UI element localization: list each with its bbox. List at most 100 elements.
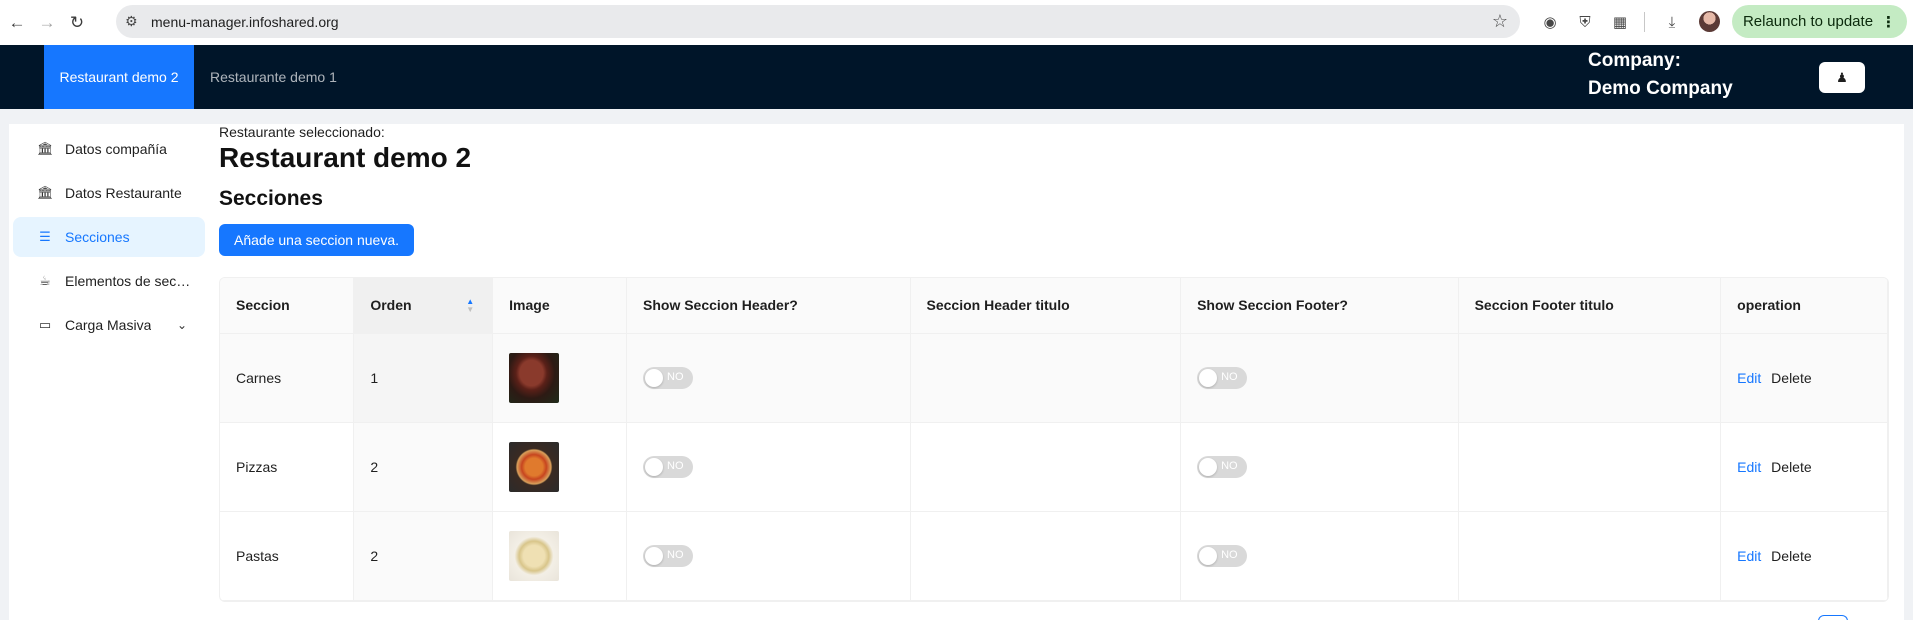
download-icon[interactable]: ⤓ (1659, 9, 1685, 35)
chevron-down-icon: ⌄ (176, 318, 187, 332)
app-header: Restaurant demo 2 Restaurante demo 1 Com… (0, 45, 1913, 109)
browser-toolbar: ← → ↻ ⚙ menu-manager.infoshared.org ☆ ◉ … (0, 0, 1913, 45)
sidebar-item-secciones[interactable]: ☰ Secciones (13, 217, 205, 257)
switch-label: NO (667, 548, 684, 561)
cell-footer-titulo (1458, 511, 1722, 601)
relaunch-button[interactable]: Relaunch to update ⋮ (1732, 5, 1907, 38)
company-info: Company: Demo Company (1588, 47, 1733, 103)
company-name: Demo Company (1588, 78, 1733, 99)
column-header-image: Image (492, 278, 627, 334)
url-text[interactable]: menu-manager.infoshared.org (151, 14, 339, 30)
forward-arrow-icon[interactable]: → (32, 8, 62, 38)
shield-extension-icon[interactable]: ⛨ (1572, 9, 1598, 35)
sidebar-item-label: Datos compañía (65, 141, 167, 157)
sidebar-item-elementos[interactable]: ☕ Elementos de secc... (13, 261, 205, 301)
switch-label: NO (1221, 370, 1238, 383)
sidebar-item-datos-restaurante[interactable]: 🏛 Datos Restaurante (13, 173, 205, 213)
column-header-orden[interactable]: Orden ▲ ▼ (353, 278, 494, 334)
more-vert-icon: ⋮ (1881, 13, 1897, 31)
column-header-seccion[interactable]: Seccion (220, 278, 355, 334)
cell-show-footer: NO (1180, 511, 1459, 601)
switch-knob (645, 368, 663, 387)
sidebar-item-carga-masiva[interactable]: ▭ Carga Masiva ⌄ (13, 305, 205, 345)
meat-image[interactable] (509, 352, 560, 403)
cell-seccion: Pizzas (220, 422, 355, 512)
address-bar[interactable]: ⚙ menu-manager.infoshared.org ☆ (116, 5, 1520, 38)
back-arrow-icon[interactable]: ← (2, 8, 32, 38)
footer-toggle-switch[interactable]: NO (1197, 455, 1248, 478)
sections-table: Seccion Orden ▲ ▼ Image Show Seccion Head… (219, 277, 1889, 602)
sort-icon[interactable]: ▲ ▼ (466, 298, 474, 314)
add-section-button[interactable]: Añade una seccion nueva. (219, 224, 415, 256)
column-header-show-footer: Show Seccion Footer? (1180, 278, 1459, 334)
cell-header-titulo (910, 333, 1182, 423)
main-content: Restaurante seleccionado: Restaurant dem… (219, 124, 1889, 256)
cell-operation: Edit Delete (1720, 422, 1888, 512)
tab-label: Restaurant demo 2 (59, 69, 179, 85)
switch-knob (1199, 546, 1218, 565)
sidebar-item-label: Secciones (65, 229, 130, 245)
delete-link[interactable]: Delete (1771, 548, 1811, 564)
user-button[interactable]: ♟ (1819, 62, 1865, 93)
cell-image (492, 511, 627, 601)
delete-link[interactable]: Delete (1771, 370, 1811, 386)
selected-restaurant-label: Restaurante seleccionado: (219, 124, 385, 140)
column-header-operation: operation (1720, 278, 1888, 334)
switch-knob (1199, 368, 1218, 387)
cell-image (492, 422, 627, 512)
column-header-footer-titulo: Seccion Footer titulo (1458, 278, 1722, 334)
cell-show-footer: NO (1180, 333, 1459, 423)
tab-restaurante-demo-1[interactable]: Restaurante demo 1 (210, 45, 337, 109)
site-info-icon[interactable]: ⚙ (125, 13, 145, 30)
switch-knob (1199, 457, 1218, 476)
puzzle-extensions-icon[interactable]: ▦ (1607, 9, 1633, 35)
cell-header-titulo (910, 511, 1182, 601)
extension-icon[interactable]: ◉ (1537, 9, 1563, 35)
pizza-image[interactable] (509, 441, 560, 492)
column-header-label: Orden (370, 297, 412, 314)
cell-orden: 1 (353, 333, 494, 423)
bank-icon: 🏛 (37, 185, 54, 200)
pagination-item[interactable] (1818, 615, 1848, 620)
relaunch-label: Relaunch to update (1742, 13, 1874, 30)
sidebar: 🏛 Datos compañía 🏛 Datos Restaurante ☰ S… (13, 129, 205, 349)
table-row: Pastas 2 NO NO Edit Delete (220, 511, 1888, 601)
cell-image (492, 333, 627, 423)
edit-link[interactable]: Edit (1737, 370, 1761, 386)
cell-show-header: NO (626, 511, 911, 601)
header-toggle-switch[interactable]: NO (643, 455, 693, 478)
tab-label: Restaurante demo 1 (210, 69, 337, 85)
reload-icon[interactable]: ↻ (62, 8, 92, 38)
delete-link[interactable]: Delete (1771, 459, 1811, 475)
table-row: Carnes 1 NO NO Edit Delete (220, 333, 1888, 423)
switch-knob (645, 457, 663, 476)
header-toggle-switch[interactable]: NO (643, 544, 693, 567)
profile-avatar[interactable] (1699, 11, 1720, 32)
cell-header-titulo (910, 422, 1182, 512)
cell-show-header: NO (626, 333, 911, 423)
sidebar-item-label: Elementos de secc... (65, 273, 193, 289)
tab-restaurant-demo-2[interactable]: Restaurant demo 2 (44, 45, 194, 109)
sidebar-item-datos-compania[interactable]: 🏛 Datos compañía (13, 129, 205, 169)
sidebar-item-label: Carga Masiva (65, 317, 152, 333)
edit-link[interactable]: Edit (1737, 459, 1761, 475)
edit-link[interactable]: Edit (1737, 548, 1761, 564)
sidebar-item-label: Datos Restaurante (65, 185, 182, 201)
header-toggle-switch[interactable]: NO (643, 366, 693, 389)
column-header-show-header: Show Seccion Header? (626, 278, 911, 334)
bookmark-star-icon[interactable]: ☆ (1492, 11, 1508, 32)
cell-footer-titulo (1458, 422, 1722, 512)
footer-toggle-switch[interactable]: NO (1197, 366, 1248, 389)
laptop-icon: ▭ (38, 317, 52, 332)
column-header-header-titulo: Seccion Header titulo (910, 278, 1182, 334)
cell-show-header: NO (626, 422, 911, 512)
table-header-row: Seccion Orden ▲ ▼ Image Show Seccion Head… (220, 278, 1888, 334)
toolbar-separator (1644, 12, 1645, 32)
coffee-icon: ☕ (39, 273, 51, 288)
cell-seccion: Pastas (220, 511, 355, 601)
footer-toggle-switch[interactable]: NO (1197, 544, 1248, 567)
section-heading: Secciones (219, 187, 323, 210)
pasta-image[interactable] (509, 530, 560, 581)
page-title: Restaurant demo 2 (219, 142, 472, 173)
cell-orden: 2 (353, 511, 494, 601)
